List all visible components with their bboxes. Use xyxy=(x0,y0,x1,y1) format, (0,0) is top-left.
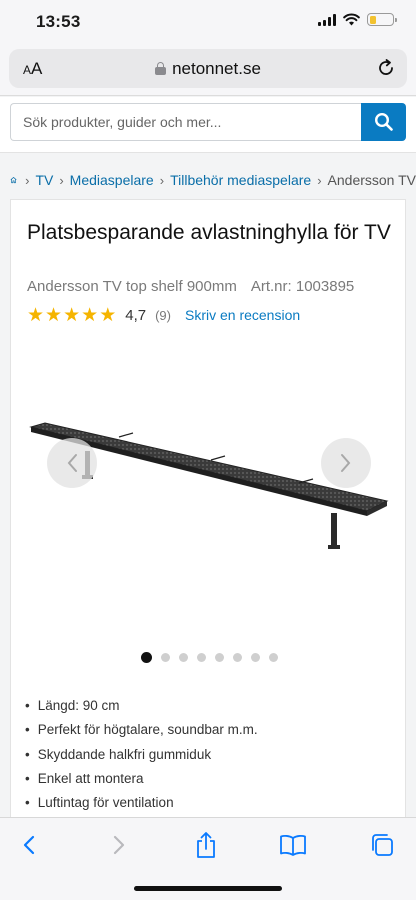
article-number: Art.nr: 1003895 xyxy=(250,278,355,295)
chevron-right-icon: › xyxy=(59,172,64,188)
rating-value: 4,7 xyxy=(125,306,147,324)
pagination-dot[interactable] xyxy=(140,652,152,663)
breadcrumb-tv[interactable]: TV xyxy=(35,172,53,188)
pagination-dot[interactable] xyxy=(178,653,188,662)
feature-list: Längd: 90 cm Perfekt för högtalare, soun… xyxy=(25,694,258,815)
star-icon: ★ xyxy=(27,304,45,326)
next-image-button[interactable] xyxy=(321,438,371,488)
product-title: Platsbesparande avlastninghylla för TV xyxy=(27,221,391,244)
search-input[interactable] xyxy=(10,103,362,141)
chevron-right-icon: › xyxy=(317,172,322,188)
status-icons xyxy=(318,13,397,26)
star-icon: ★ xyxy=(99,304,117,326)
pagination-dot[interactable] xyxy=(160,653,170,662)
image-pagination xyxy=(11,652,407,663)
breadcrumb: › TV › Mediaspelare › Tillbehör mediaspe… xyxy=(10,166,416,194)
home-icon[interactable] xyxy=(10,171,17,189)
product-card: Platsbesparande avlastninghylla för TV A… xyxy=(10,199,406,829)
forward-button[interactable] xyxy=(104,830,134,860)
feature-item: Enkel att montera xyxy=(25,767,258,791)
cellular-signal-icon xyxy=(318,13,336,26)
site-search-area xyxy=(0,97,416,153)
back-arrow-icon xyxy=(23,835,35,855)
star-icon: ★ xyxy=(45,304,63,326)
chevron-right-icon: › xyxy=(159,172,165,188)
breadcrumb-current: Andersson TV xyxy=(327,172,416,188)
browser-address-area: AA netonnet.se xyxy=(0,44,416,96)
product-subtitle: Andersson TV top shelf 900mm Art.nr: 1003… xyxy=(27,278,354,295)
tabs-icon xyxy=(372,834,393,856)
product-image[interactable] xyxy=(25,415,391,565)
search-icon xyxy=(374,112,393,131)
bookmarks-button[interactable] xyxy=(278,830,308,860)
pagination-dot[interactable] xyxy=(268,653,278,662)
url-text: netonnet.se xyxy=(172,59,261,78)
feature-item: Längd: 90 cm xyxy=(25,694,258,718)
address-bar[interactable]: AA netonnet.se xyxy=(9,49,407,88)
reload-icon[interactable] xyxy=(375,57,397,79)
pagination-dot[interactable] xyxy=(232,653,242,662)
pagination-dot[interactable] xyxy=(214,653,224,662)
status-bar: 13:53 xyxy=(0,0,416,44)
feature-item: Skyddande halkfri gummiduk xyxy=(25,743,258,767)
home-indicator xyxy=(134,886,282,891)
battery-icon xyxy=(367,13,397,26)
lock-icon xyxy=(155,62,167,75)
chevron-left-icon xyxy=(67,454,77,472)
rating-row: ★ ★ ★ ★ ★ 4,7 (9) Skriv en recension xyxy=(27,304,300,326)
status-time: 13:53 xyxy=(36,12,81,31)
share-button[interactable] xyxy=(191,830,221,860)
url-display[interactable]: netonnet.se xyxy=(9,59,407,79)
breadcrumb-tillbehor[interactable]: Tillbehör mediaspelare xyxy=(170,172,311,188)
pagination-dot[interactable] xyxy=(196,653,206,662)
product-model: Andersson TV top shelf 900mm xyxy=(27,278,237,295)
star-icon: ★ xyxy=(63,304,81,326)
back-button[interactable] xyxy=(14,830,44,860)
book-icon xyxy=(280,834,306,856)
rating-stars[interactable]: ★ ★ ★ ★ ★ xyxy=(27,306,116,325)
previous-image-button[interactable] xyxy=(47,438,97,488)
tabs-button[interactable] xyxy=(367,830,397,860)
pagination-dot[interactable] xyxy=(250,653,260,662)
rating-count[interactable]: (9) xyxy=(155,308,171,323)
feature-item: Perfekt för högtalare, soundbar m.m. xyxy=(25,718,258,742)
breadcrumb-mediaspelare[interactable]: Mediaspelare xyxy=(70,172,154,188)
wifi-icon xyxy=(343,13,360,26)
forward-arrow-icon xyxy=(113,835,125,855)
write-review-link[interactable]: Skriv en recension xyxy=(185,307,300,323)
feature-item: Luftintag för ventilation xyxy=(25,791,258,815)
star-icon: ★ xyxy=(81,304,99,326)
battery-level xyxy=(369,15,377,24)
share-icon xyxy=(197,832,215,858)
chevron-right-icon: › xyxy=(25,172,30,188)
search-button[interactable] xyxy=(361,103,406,141)
chevron-right-icon xyxy=(341,454,351,472)
